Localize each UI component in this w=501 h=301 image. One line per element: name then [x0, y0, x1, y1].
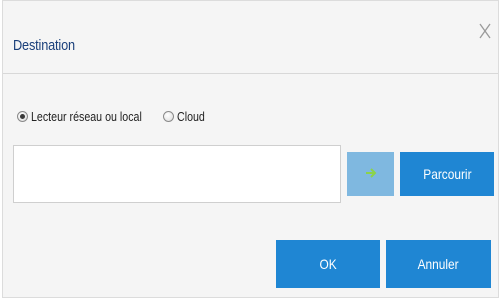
radio-cloud-label[interactable]: Cloud	[177, 109, 210, 124]
radio-local-network[interactable]	[17, 110, 28, 122]
dialog-header: Destination	[3, 1, 498, 74]
path-input[interactable]	[13, 145, 341, 203]
location-radio-group: Lecteur réseau ou local Cloud	[17, 108, 217, 124]
ok-button[interactable]: OK	[276, 240, 380, 288]
arrow-right-icon	[365, 167, 377, 182]
radio-local-network-label[interactable]: Lecteur réseau ou local	[31, 109, 142, 124]
browse-button-label: Parcourir	[422, 166, 472, 182]
go-button[interactable]	[347, 152, 394, 196]
radio-cloud[interactable]	[163, 110, 174, 122]
cancel-button-label: Annuler	[417, 256, 460, 272]
cancel-button[interactable]: Annuler	[386, 240, 491, 288]
close-icon[interactable]	[478, 21, 492, 41]
browse-button[interactable]: Parcourir	[400, 152, 494, 196]
dialog-title: Destination	[13, 37, 75, 54]
destination-dialog: Destination Lecteur réseau ou local Clou…	[2, 0, 499, 298]
ok-button-label: OK	[319, 256, 337, 272]
